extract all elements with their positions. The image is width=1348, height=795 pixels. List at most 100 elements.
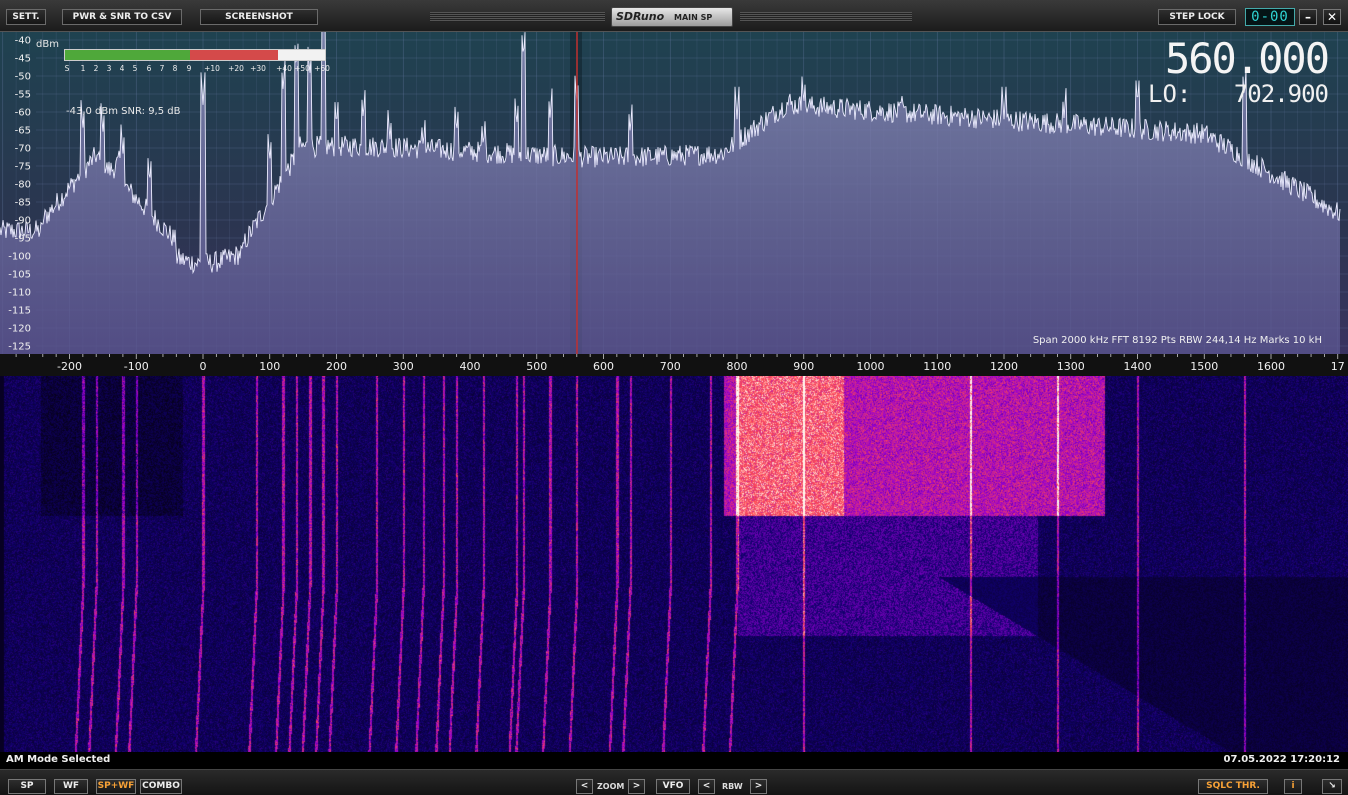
s-meter-scale-label: 1 <box>80 64 86 73</box>
freq-tick-label: -100 <box>124 360 149 373</box>
freq-tick-label: 1500 <box>1190 360 1218 373</box>
step-lock-button[interactable]: STEP LOCK <box>1158 9 1236 25</box>
s-meter-scale-label: 2 <box>93 64 99 73</box>
tuned-frequency-display[interactable]: 560.000 <box>1165 34 1330 83</box>
s-meter-scale-label: +10 <box>204 64 220 73</box>
db-tick-label: -50 <box>15 72 31 83</box>
freq-tick-label: 0 <box>200 360 207 373</box>
span-info: Span 2000 kHz FFT 8192 Pts RBW 244,14 Hz… <box>1032 335 1322 346</box>
wf-view-button[interactable]: WF <box>54 779 88 794</box>
freq-tick-label: 1300 <box>1057 360 1085 373</box>
s-meter-signal-level <box>65 50 190 60</box>
freq-tick-label: 1400 <box>1124 360 1152 373</box>
freq-tick-label: 1000 <box>857 360 885 373</box>
spectrum-display[interactable]: -40 -45 -50 -55 -60 -65 -70 -75 -80 -85 -90 -95 -100… <box>0 32 1348 354</box>
freq-tick-label: 700 <box>660 360 681 373</box>
rbw-down-button[interactable]: < <box>698 779 715 794</box>
drag-grip-right[interactable] <box>740 12 912 22</box>
freq-tick-label: 500 <box>526 360 547 373</box>
s-meter-scale-label: +50 <box>294 64 310 73</box>
db-tick-label: -65 <box>15 126 31 137</box>
sp-wf-view-button[interactable]: SP+WF <box>96 779 136 794</box>
s-meter-scale: S 1 2 3 4 5 6 7 8 9 +10 +20 +30 +40 +50 +60 <box>64 64 334 74</box>
db-tick-label: -85 <box>15 198 31 209</box>
freq-tick-label: 600 <box>593 360 614 373</box>
db-tick-label: -110 <box>8 288 31 299</box>
rbw-up-button[interactable]: > <box>750 779 767 794</box>
datetime-status: 07.05.2022 17:20:12 <box>1223 754 1341 765</box>
s-meter-scale-label: S <box>64 64 70 73</box>
db-tick-label: -115 <box>8 306 31 317</box>
level-snr-readout: -43,0 dBm SNR: 9,5 dB <box>66 106 181 117</box>
s-meter-scale-label: 4 <box>119 64 125 73</box>
step-display[interactable]: 0-00 <box>1245 8 1295 26</box>
db-tick-label: -95 <box>15 234 31 245</box>
s-meter-scale-label: 7 <box>159 64 165 73</box>
window-name: MAIN SP <box>674 13 713 22</box>
s-meter-overload-level <box>189 50 279 60</box>
frequency-axis[interactable]: -200 -100 0 100 200 300 400 500 600 700 800 900 1000… <box>0 354 1348 376</box>
db-tick-label: -100 <box>8 252 31 263</box>
dbm-unit-label: dBm <box>36 39 59 50</box>
sp-view-button[interactable]: SP <box>8 779 46 794</box>
freq-tick-label: -200 <box>57 360 82 373</box>
s-meter-scale-label: 8 <box>172 64 178 73</box>
rbw-label: RBW <box>722 782 743 791</box>
s-meter-scale-label: 5 <box>132 64 138 73</box>
lo-frequency-display[interactable]: 702.900 <box>1234 80 1329 108</box>
db-tick-label: -120 <box>8 324 31 335</box>
s-meter-scale-label: 3 <box>106 64 112 73</box>
app-logo: SDRuno <box>616 10 665 23</box>
s-meter-scale-label: 6 <box>146 64 152 73</box>
screenshot-button[interactable]: SCREENSHOT <box>200 9 318 25</box>
s-meter-scale-label: +40 <box>276 64 292 73</box>
close-icon[interactable]: ✕ <box>1323 9 1341 25</box>
s-meter-bar <box>64 49 326 61</box>
status-bar: AM Mode Selected 07.05.2022 17:20:12 <box>0 752 1348 769</box>
freq-tick-label: 900 <box>793 360 814 373</box>
db-tick-label: -55 <box>15 90 31 101</box>
resize-icon[interactable]: ↘ <box>1322 779 1342 794</box>
freq-tick-label: 17 <box>1331 360 1345 373</box>
freq-tick-label: 800 <box>727 360 748 373</box>
freq-tick-label: 200 <box>326 360 347 373</box>
waterfall-canvas[interactable] <box>0 376 1348 752</box>
s-meter-scale-label: +20 <box>228 64 244 73</box>
spectrum-plot[interactable]: -40 -45 -50 -55 -60 -65 -70 -75 -80 -85 -90 -95 -100… <box>0 32 1348 354</box>
pwr-snr-csv-button[interactable]: PWR & SNR TO CSV <box>62 9 182 25</box>
db-tick-label: -125 <box>8 342 31 353</box>
combo-view-button[interactable]: COMBO <box>140 779 182 794</box>
freq-tick-label: 1600 <box>1257 360 1285 373</box>
freq-tick-label: 1100 <box>923 360 951 373</box>
vfo-button[interactable]: VFO <box>656 779 690 794</box>
frequency-axis-svg: -200 -100 0 100 200 300 400 500 600 700 800 900 1000… <box>0 354 1348 376</box>
db-tick-label: -70 <box>15 144 31 155</box>
zoom-in-button[interactable]: > <box>628 779 645 794</box>
freq-tick-label: 300 <box>393 360 414 373</box>
waterfall-display[interactable] <box>0 376 1348 752</box>
db-tick-label: -40 <box>15 36 31 47</box>
app-title: SDRuno MAIN SP <box>611 7 733 27</box>
freq-tick-label: 100 <box>259 360 280 373</box>
db-tick-label: -75 <box>15 162 31 173</box>
db-tick-label: -80 <box>15 180 31 191</box>
db-tick-label: -45 <box>15 54 31 65</box>
freq-tick-label: 400 <box>460 360 481 373</box>
mode-status: AM Mode Selected <box>6 754 111 765</box>
zoom-out-button[interactable]: < <box>576 779 593 794</box>
db-tick-label: -60 <box>15 108 31 119</box>
minimize-icon[interactable]: – <box>1299 9 1317 25</box>
db-tick-label: -90 <box>15 216 31 227</box>
s-meter-scale-label: +30 <box>250 64 266 73</box>
settings-button[interactable]: SETT. <box>6 9 46 25</box>
db-tick-label: -105 <box>8 270 31 281</box>
drag-grip-left[interactable] <box>430 12 605 22</box>
sqlc-threshold-button[interactable]: SQLC THR. <box>1198 779 1268 794</box>
lo-label: LO: <box>1148 80 1192 108</box>
s-meter-scale-label: 9 <box>186 64 192 73</box>
freq-tick-label: 1200 <box>990 360 1018 373</box>
bottom-toolbar: SP WF SP+WF COMBO < ZOOM > VFO < RBW > S… <box>0 769 1348 795</box>
zoom-label: ZOOM <box>597 782 625 791</box>
s-meter-scale-label: +60 <box>314 64 330 73</box>
info-icon[interactable]: i <box>1284 779 1302 794</box>
